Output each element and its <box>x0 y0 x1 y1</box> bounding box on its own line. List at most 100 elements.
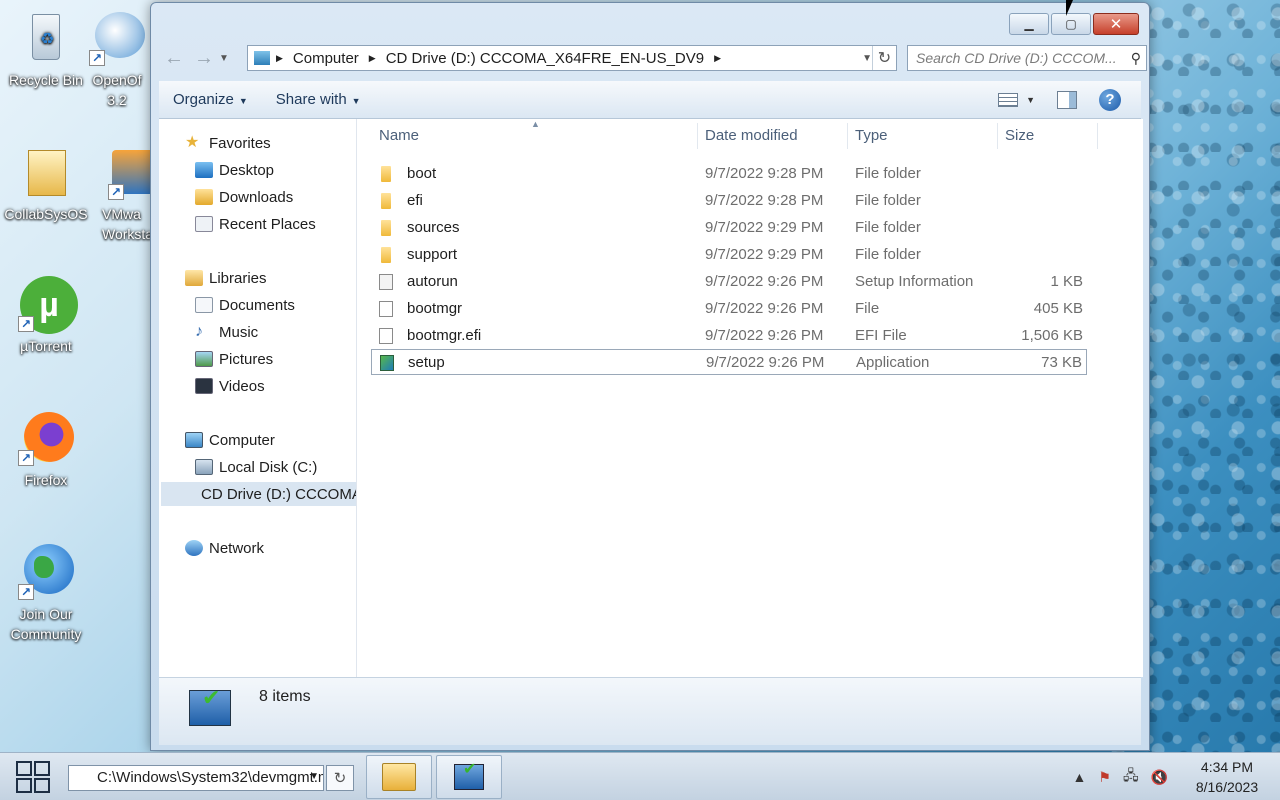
nav-computer[interactable]: Computer <box>185 428 275 452</box>
file-name: boot <box>407 165 437 182</box>
forward-button[interactable]: → <box>189 44 219 72</box>
taskbar-setup-button[interactable]: ✔ <box>436 755 502 799</box>
search-input[interactable]: Search CD Drive (D:) CCCOM... ⚲ <box>907 45 1147 71</box>
file-type: File folder <box>855 165 921 182</box>
share-with-button[interactable]: Share with ▼ <box>262 91 375 108</box>
change-view-button[interactable]: ▼ <box>998 92 1035 107</box>
nav-videos[interactable]: Videos <box>195 374 265 398</box>
clock[interactable]: 4:34 PM 8/16/2023 <box>1180 757 1274 797</box>
nav-desktop[interactable]: Desktop <box>195 158 274 182</box>
refresh-icon: ↻ <box>333 770 347 787</box>
nav-downloads[interactable]: Downloads <box>195 185 293 209</box>
windows-logo-icon <box>16 761 32 776</box>
file-row[interactable]: sources 9/7/2022 9:29 PM File folder <box>371 215 1087 241</box>
back-button[interactable]: ← <box>159 44 189 72</box>
breadcrumb-cd-drive[interactable]: CD Drive (D:) CCCOMA_X64FRE_EN-US_DV9 <box>382 50 708 67</box>
file-date: 9/7/2022 9:26 PM <box>705 300 824 317</box>
clock-time: 4:34 PM <box>1200 759 1254 775</box>
pictures-icon <box>195 351 213 367</box>
taskbar: C:\Windows\System32\devmgmt.msc ▼ ↻ ✔ ▲ … <box>0 752 1280 800</box>
file-row[interactable]: autorun 9/7/2022 9:26 PM Setup Information… <box>371 269 1087 295</box>
windows-logo-pane <box>34 761 50 776</box>
close-button[interactable]: ✕ <box>1093 13 1139 35</box>
help-icon[interactable]: ? <box>1099 88 1121 111</box>
show-hidden-icons-icon[interactable]: ▲ <box>1073 769 1087 785</box>
breadcrumb-computer[interactable]: Computer <box>289 50 363 67</box>
nav-pictures[interactable]: Pictures <box>195 347 273 371</box>
desktop-icon-recycle-bin[interactable]: ♻ Recycle Bin <box>0 10 92 90</box>
nav-music[interactable]: ♪ Music <box>195 320 258 344</box>
nav-recent-places[interactable]: Recent Places <box>195 212 316 236</box>
column-divider[interactable] <box>997 123 998 149</box>
address-dropdown-icon[interactable]: ▼ <box>862 53 872 64</box>
recent-pages-dropdown[interactable]: ▼ <box>219 53 233 64</box>
network-status-icon[interactable]: 🖧 <box>1123 765 1139 789</box>
nav-cd-drive[interactable]: CD Drive (D:) CCCOMA_X64FRE_EN-US_DV9 <box>161 482 356 506</box>
file-size: 1,506 KB <box>1021 327 1083 344</box>
file-row[interactable]: boot 9/7/2022 9:28 PM File folder <box>371 161 1087 187</box>
shortcut-arrow-icon: ↗ <box>18 450 34 466</box>
search-placeholder: Search CD Drive (D:) CCCOM... <box>916 50 1117 66</box>
minimize-button[interactable]: ▁ <box>1009 13 1049 35</box>
taskbar-explorer-button[interactable] <box>366 755 432 799</box>
maximize-button[interactable]: ▢ <box>1051 13 1091 35</box>
column-name-header[interactable]: Name <box>379 127 419 144</box>
desktop-icon-openoffice[interactable]: ↗ OpenOf 3.2 <box>82 10 152 110</box>
volume-muted-icon[interactable]: 🔇 <box>1151 769 1168 786</box>
column-divider[interactable] <box>1097 123 1098 149</box>
column-divider[interactable] <box>697 123 698 149</box>
clock-date: 8/16/2023 <box>1195 779 1259 795</box>
file-row[interactable]: efi 9/7/2022 9:28 PM File folder <box>371 188 1087 214</box>
file-row[interactable]: bootmgr 9/7/2022 9:26 PM File 405 KB <box>371 296 1087 322</box>
libraries-icon <box>185 270 203 286</box>
address-toolbar-input[interactable]: C:\Windows\System32\devmgmt.msc ▼ <box>68 765 324 791</box>
desktop-icon-firefox[interactable]: ↗ Firefox <box>0 410 92 490</box>
column-divider[interactable] <box>847 123 848 149</box>
desktop-icon-join-community[interactable]: ↗ Join Our Community <box>0 544 92 644</box>
file-name: setup <box>408 354 445 371</box>
desktop-icon-collabsysos[interactable]: CollabSysOS <box>0 144 92 224</box>
file-date: 9/7/2022 9:26 PM <box>705 273 824 290</box>
nav-documents[interactable]: Documents <box>195 293 295 317</box>
setup-information-icon <box>379 274 393 290</box>
file-name: sources <box>407 219 460 236</box>
nav-label: Network <box>209 539 265 557</box>
nav-network[interactable]: Network <box>185 536 264 560</box>
address-go-button[interactable]: ↻ <box>326 765 354 791</box>
music-icon: ♪ <box>195 323 203 340</box>
desktop-icon-label: CollabSysOS <box>4 206 88 222</box>
address-bar[interactable]: ▶ Computer ▶ CD Drive (D:) CCCOMA_X64FRE… <box>247 45 897 71</box>
file-icon <box>379 301 393 317</box>
details-pane: 8 items <box>159 677 1141 745</box>
firefox-icon: ↗ <box>18 410 74 466</box>
window-controls: ▁ ▢ ✕ <box>1009 13 1139 35</box>
nav-label: CD Drive (D:) CCCOMA_X64FRE_EN-US_DV9 <box>201 485 356 503</box>
explorer-window: ▁ ▢ ✕ ← → ▼ ▶ Computer ▶ CD Drive (D:) C… <box>150 2 1150 751</box>
file-row[interactable]: bootmgr.efi 9/7/2022 9:26 PM EFI File 1,506… <box>371 323 1087 349</box>
column-date-header[interactable]: Date modified <box>705 127 798 144</box>
column-type-header[interactable]: Type <box>855 127 888 144</box>
desktop-icon-utorrent[interactable]: µ ↗ µTorrent <box>0 276 92 356</box>
globe-icon: ↗ <box>18 544 74 600</box>
windows-logo-pane <box>16 778 32 793</box>
search-icon[interactable]: ⚲ <box>1131 50 1141 67</box>
back-arrow-icon: ← <box>164 46 184 69</box>
share-with-label: Share with <box>275 91 347 108</box>
breadcrumb-separator-icon: ▶ <box>368 52 376 63</box>
nav-libraries[interactable]: Libraries <box>185 266 267 290</box>
organize-button[interactable]: Organize ▼ <box>159 91 262 108</box>
action-center-flag-icon[interactable]: ⚑ <box>1098 769 1111 786</box>
start-button[interactable] <box>16 761 50 793</box>
desktop-icon-label: OpenOf 3.2 <box>92 72 142 108</box>
file-row[interactable]: support 9/7/2022 9:29 PM File folder <box>371 242 1087 268</box>
file-row-selected[interactable]: setup 9/7/2022 9:26 PM Application 73 KB <box>371 349 1087 375</box>
chevron-down-icon[interactable]: ▼ <box>309 771 319 782</box>
nav-local-disk[interactable]: Local Disk (C:) <box>195 455 317 479</box>
desktop-icon-vmware[interactable]: ↗ VMwa Worksta <box>96 144 152 244</box>
file-icon <box>379 328 393 344</box>
preview-pane-icon[interactable] <box>1057 90 1077 109</box>
nav-favorites[interactable]: ★ Favorites <box>185 131 271 155</box>
column-size-header[interactable]: Size <box>1005 127 1034 144</box>
refresh-button[interactable]: ↻ <box>872 46 896 70</box>
details-view-icon <box>998 92 1019 107</box>
